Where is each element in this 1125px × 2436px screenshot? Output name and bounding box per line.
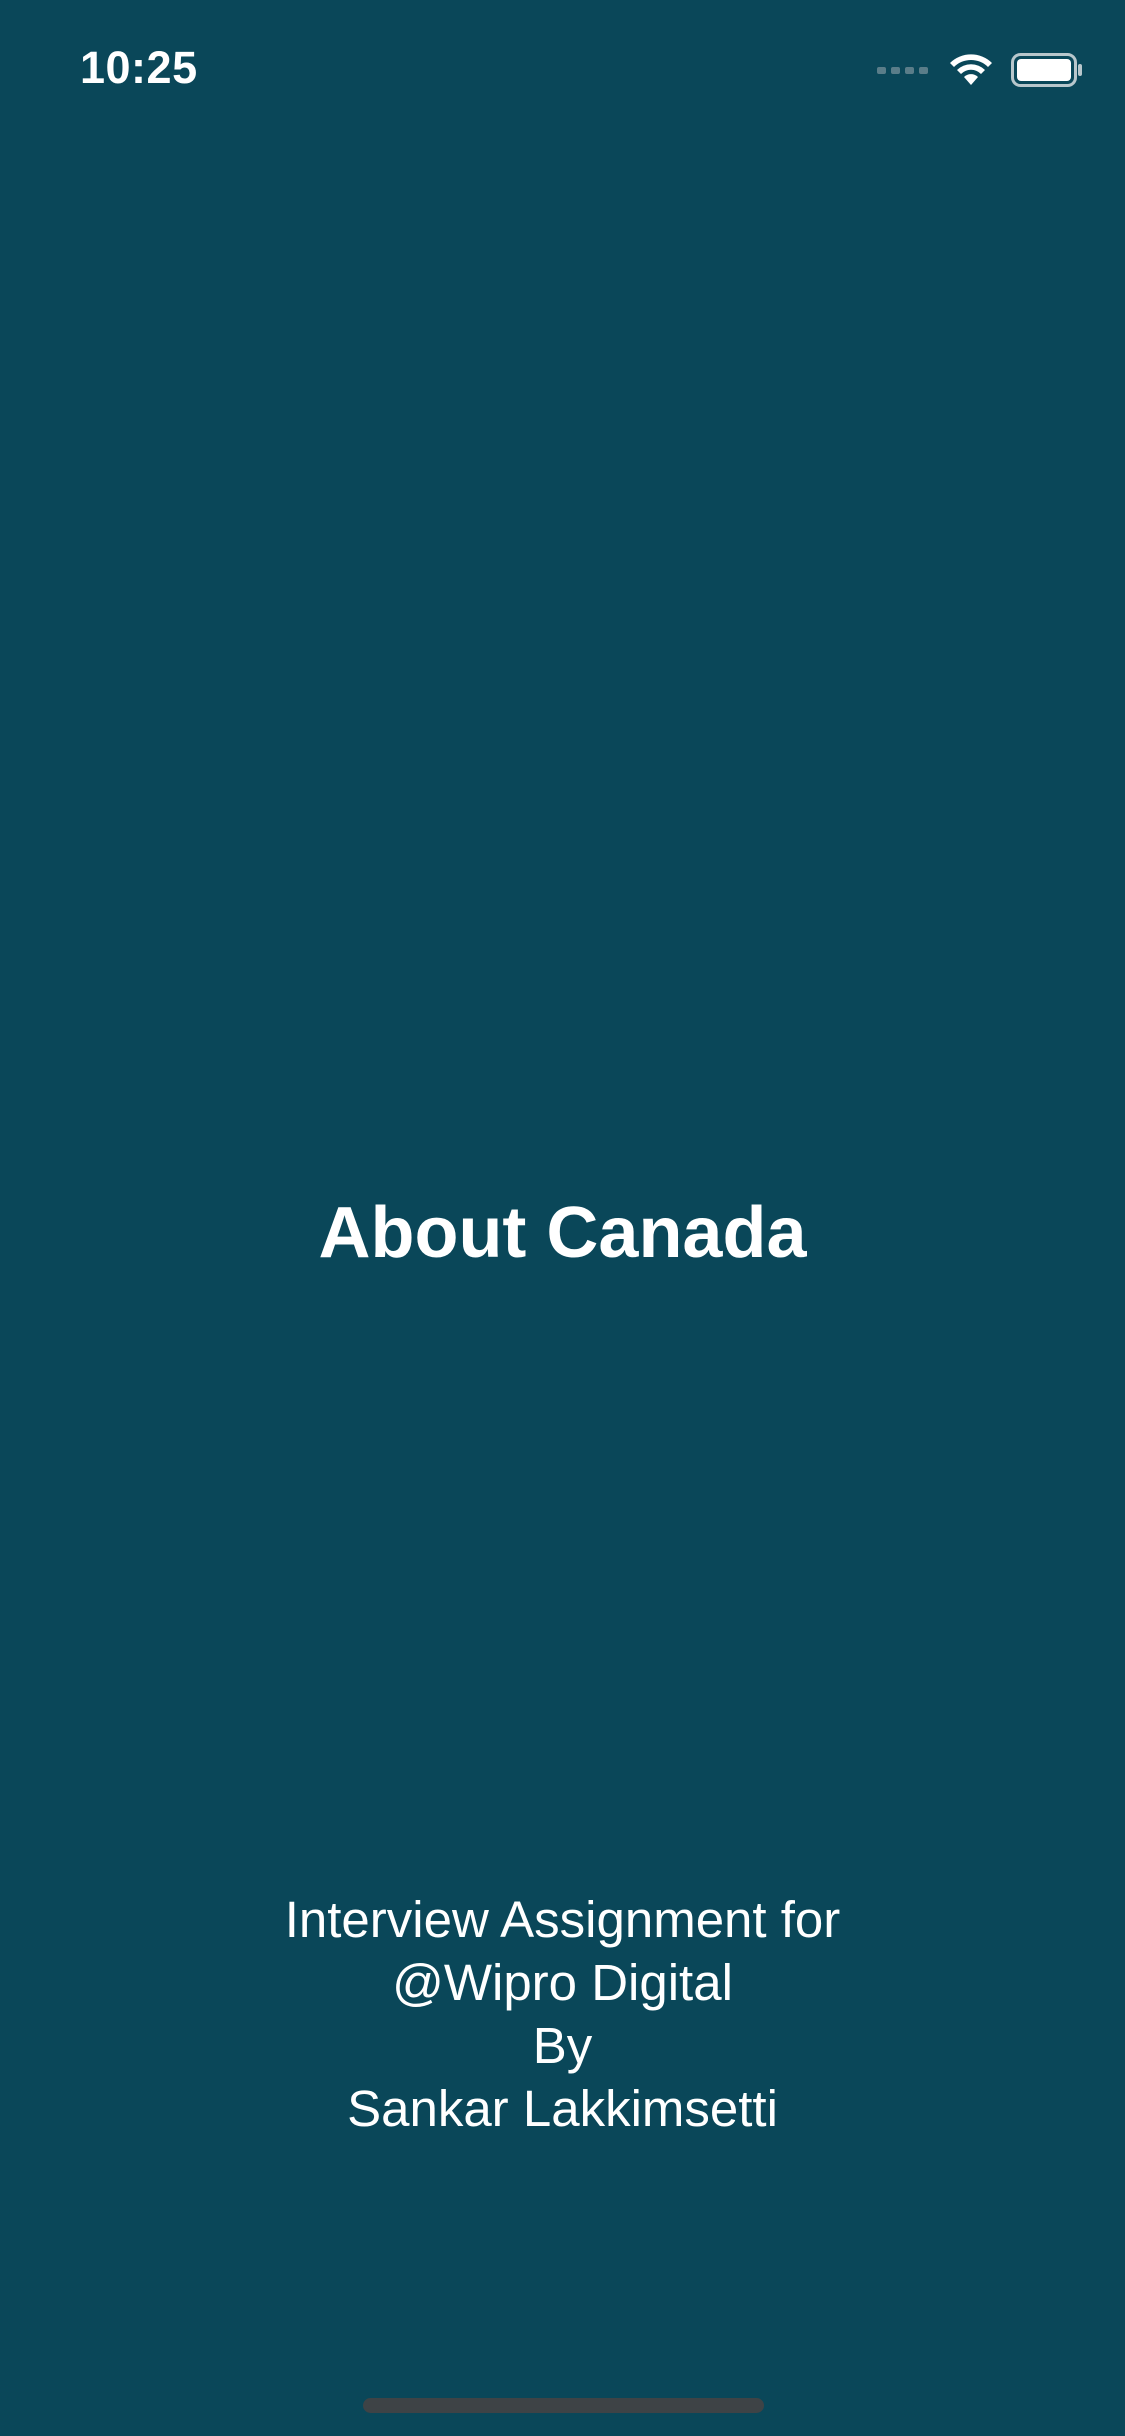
credits-line: Sankar Lakkimsetti [347, 2080, 778, 2137]
page-title: About Canada [318, 1193, 807, 1273]
status-icons [877, 50, 1083, 90]
status-time: 10:25 [80, 42, 198, 93]
status-bar: 10:25 [0, 0, 1125, 132]
credits-text: Interview Assignment for @Wipro Digital … [0, 1888, 1125, 2140]
home-indicator[interactable] [363, 2398, 764, 2413]
cellular-signal-icon [877, 64, 931, 76]
credits-line: @Wipro Digital [392, 1954, 733, 2011]
splash-screen: 10:25 About Canada Interview Assignment … [0, 0, 1125, 2436]
battery-icon [1011, 53, 1083, 87]
wifi-icon [949, 53, 993, 87]
credits-line: By [532, 2017, 593, 2074]
credits-line: Interview Assignment for [284, 1891, 841, 1948]
